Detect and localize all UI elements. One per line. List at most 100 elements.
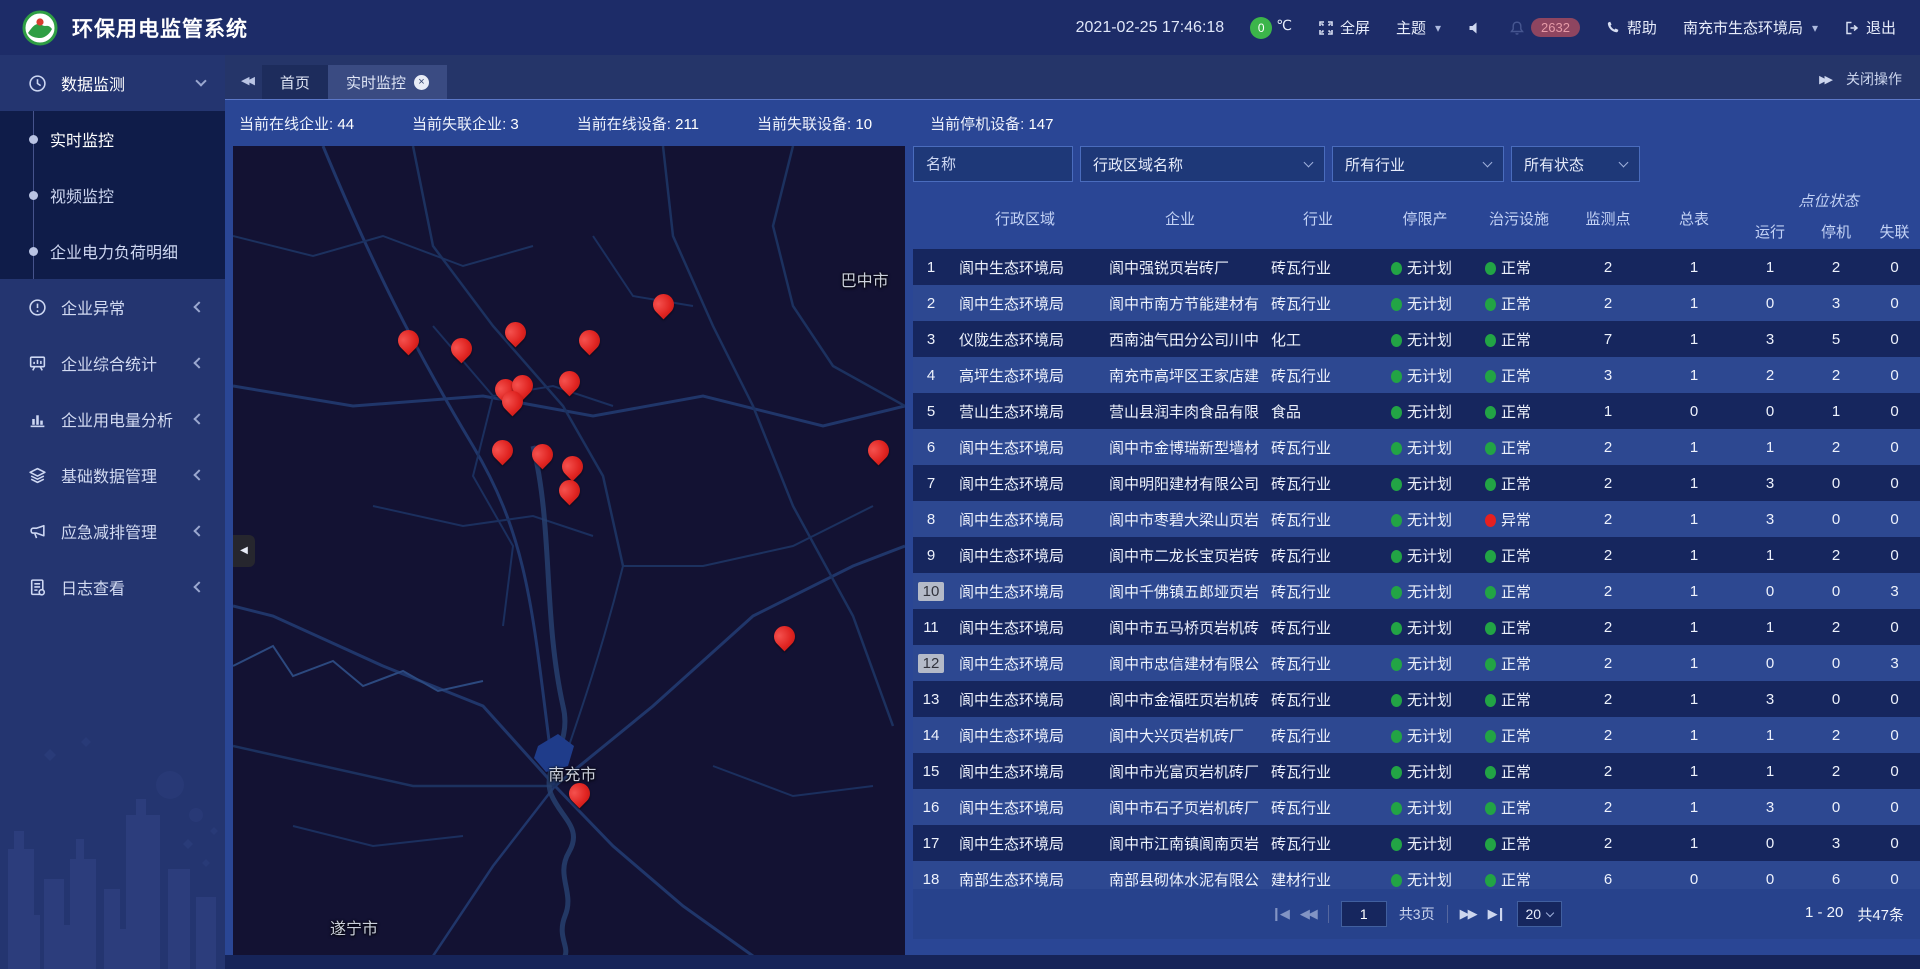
region-select[interactable]: 行政区域名称 — [1080, 146, 1325, 182]
cell-meter: 1 — [1651, 619, 1737, 636]
cell-index: 3 — [913, 330, 949, 349]
table-row[interactable]: 2 阆中生态环境局 阆中市南方节能建材有 砖瓦行业 无计划 正常 2 1 0 3 — [913, 285, 1920, 321]
status-dot-icon — [1391, 478, 1402, 491]
sidebar-item-power-load-detail[interactable]: 企业电力负荷明细 — [0, 223, 225, 279]
cell-halt: 3 — [1803, 835, 1869, 852]
col-facility: 治污设施 — [1473, 208, 1565, 229]
cell-points: 2 — [1565, 691, 1651, 708]
fullscreen-button[interactable]: 全屏 — [1318, 17, 1370, 38]
cell-points: 2 — [1565, 475, 1651, 492]
table-row[interactable]: 16 阆中生态环境局 阆中市石子页岩机砖厂 砖瓦行业 无计划 正常 2 1 3 … — [913, 789, 1920, 825]
sidebar-item-power-usage-analysis[interactable]: 企业用电量分析 — [0, 391, 225, 447]
tab-realtime-monitoring[interactable]: 实时监控 — [328, 65, 447, 99]
cell-industry: 砖瓦行业 — [1259, 725, 1377, 746]
col-industry: 行业 — [1259, 208, 1377, 229]
status-dot-icon — [1485, 478, 1496, 491]
status-dot-icon — [1485, 730, 1496, 743]
page-size-select[interactable]: 20 — [1517, 901, 1563, 927]
logout-button[interactable]: 退出 — [1844, 17, 1896, 38]
first-page-icon[interactable]: ❙◀ — [1271, 906, 1288, 922]
table-row[interactable]: 3 仪陇生态环境局 西南油气田分公司川中 化工 无计划 正常 7 1 3 5 0 — [913, 321, 1920, 357]
tab-close-icon[interactable] — [414, 75, 429, 90]
sidebar-item-base-data-management[interactable]: 基础数据管理 — [0, 447, 225, 503]
table-row[interactable]: 5 营山生态环境局 营山县润丰肉食品有限 食品 无计划 正常 1 0 0 1 0 — [913, 393, 1920, 429]
theme-menu[interactable]: 主题 — [1396, 17, 1441, 38]
last-page-icon[interactable]: ▶❙ — [1488, 906, 1505, 922]
table-row[interactable]: 9 阆中生态环境局 阆中市二龙长宝页岩砖 砖瓦行业 无计划 正常 2 1 1 2 — [913, 537, 1920, 573]
table-row[interactable]: 8 阆中生态环境局 阆中市枣碧大梁山页岩 砖瓦行业 无计划 异常 2 1 3 0 — [913, 501, 1920, 537]
table-row[interactable]: 14 阆中生态环境局 阆中大兴页岩机砖厂 砖瓦行业 无计划 正常 2 1 1 2 — [913, 717, 1920, 753]
prev-page-icon[interactable]: ◀◀ — [1300, 906, 1316, 922]
status-select[interactable]: 所有状态 — [1511, 146, 1640, 182]
status-dot-icon — [1485, 298, 1496, 311]
org-menu[interactable]: 南充市生态环境局 — [1683, 17, 1818, 38]
sidebar-item-enterprise-abnormal[interactable]: 企业异常 — [0, 279, 225, 335]
sidebar-item-realtime-monitoring[interactable]: 实时监控 — [0, 111, 225, 167]
sidebar-item-enterprise-statistics[interactable]: 企业综合统计 — [0, 335, 225, 391]
sidebar-item-log-view[interactable]: 日志查看 — [0, 559, 225, 615]
cell-run: 0 — [1737, 655, 1803, 672]
cell-meter: 1 — [1651, 835, 1737, 852]
status-dot-icon — [1485, 694, 1496, 707]
cell-halt: 2 — [1803, 763, 1869, 780]
cell-facility-status: 正常 — [1473, 725, 1565, 746]
cell-points: 1 — [1565, 403, 1651, 420]
table-row[interactable]: 10 阆中生态环境局 阆中千佛镇五郎垭页岩 砖瓦行业 无计划 正常 2 1 0 … — [913, 573, 1920, 609]
cell-stop-status: 无计划 — [1377, 689, 1473, 710]
cell-points: 2 — [1565, 763, 1651, 780]
page-number-input[interactable] — [1341, 901, 1387, 927]
table-row[interactable]: 15 阆中生态环境局 阆中市光富页岩机砖厂 砖瓦行业 无计划 正常 2 1 1 … — [913, 753, 1920, 789]
table-row[interactable]: 1 阆中生态环境局 阆中强锐页岩砖厂 砖瓦行业 无计划 正常 2 1 1 2 0 — [913, 249, 1920, 285]
cell-run: 1 — [1737, 547, 1803, 564]
next-page-icon[interactable]: ▶▶ — [1460, 906, 1476, 922]
cell-industry: 砖瓦行业 — [1259, 293, 1377, 314]
cell-index: 8 — [913, 510, 949, 529]
close-operations-menu[interactable]: 关闭操作 — [1846, 69, 1902, 89]
table-row[interactable]: 18 南部生态环境局 南部县砌体水泥有限公 建材行业 无计划 正常 6 0 0 … — [913, 861, 1920, 889]
notifications[interactable]: 2632 — [1509, 18, 1580, 37]
cell-lost: 0 — [1869, 763, 1920, 780]
cell-meter: 1 — [1651, 511, 1737, 528]
top-header: 环保用电监管系统 2021-02-25 17:46:18 0 ℃ 全屏 主题 2… — [0, 0, 1920, 55]
sidebar-item-video-monitoring[interactable]: 视频监控 — [0, 167, 225, 223]
cell-stop-status: 无计划 — [1377, 437, 1473, 458]
tabs-scroll-left-icon[interactable]: ◀◀ — [235, 74, 262, 99]
panel-collapse-handle[interactable] — [233, 535, 255, 567]
sidebar-item-data-monitoring[interactable]: 数据监测 — [0, 55, 225, 111]
table-row[interactable]: 6 阆中生态环境局 阆中市金博瑞新型墙材 砖瓦行业 无计划 正常 2 1 1 2 — [913, 429, 1920, 465]
sound-toggle[interactable] — [1467, 20, 1483, 36]
tabs-scroll-right-icon[interactable]: ▶▶ — [1819, 73, 1830, 86]
cell-run: 2 — [1737, 367, 1803, 384]
cell-industry: 化工 — [1259, 329, 1377, 350]
cell-halt: 0 — [1803, 799, 1869, 816]
pagination-summary: 1 - 20 共47条 — [1805, 904, 1904, 925]
cell-region: 阆中生态环境局 — [949, 797, 1101, 818]
speaker-icon — [1467, 20, 1483, 36]
cell-index: 2 — [913, 294, 949, 313]
cell-run: 0 — [1737, 403, 1803, 420]
cell-region: 营山生态环境局 — [949, 401, 1101, 422]
status-dot-icon — [1391, 298, 1402, 311]
cell-facility-status: 正常 — [1473, 329, 1565, 350]
name-search-input[interactable] — [913, 146, 1073, 182]
table-row[interactable]: 17 阆中生态环境局 阆中市江南镇阆南页岩 砖瓦行业 无计划 正常 2 1 0 … — [913, 825, 1920, 861]
alert-circle-icon — [28, 298, 47, 317]
help-button[interactable]: 帮助 — [1606, 17, 1657, 38]
sidebar-item-emergency-reduction[interactable]: 应急减排管理 — [0, 503, 225, 559]
industry-select[interactable]: 所有行业 — [1332, 146, 1504, 182]
cell-points: 2 — [1565, 727, 1651, 744]
tab-home[interactable]: 首页 — [262, 65, 328, 99]
cell-stop-status: 无计划 — [1377, 653, 1473, 674]
table-row[interactable]: 4 高坪生态环境局 南充市高坪区王家店建 砖瓦行业 无计划 正常 3 1 2 2 — [913, 357, 1920, 393]
table-row[interactable]: 13 阆中生态环境局 阆中市金福旺页岩机砖 砖瓦行业 无计划 正常 2 1 3 … — [913, 681, 1920, 717]
cell-company: 西南油气田分公司川中 — [1101, 329, 1259, 350]
cell-index: 11 — [913, 618, 949, 637]
cell-points: 2 — [1565, 259, 1651, 276]
table-row[interactable]: 11 阆中生态环境局 阆中市五马桥页岩机砖 砖瓦行业 无计划 正常 2 1 1 … — [913, 609, 1920, 645]
cell-stop-status: 无计划 — [1377, 581, 1473, 602]
table-row[interactable]: 12 阆中生态环境局 阆中市忠信建材有限公 砖瓦行业 无计划 正常 2 1 0 … — [913, 645, 1920, 681]
city-label: 遂宁市 — [330, 915, 378, 939]
bar-chart-icon — [28, 410, 47, 429]
map-panel[interactable]: 巴中市 南充市 遂宁市 — [233, 146, 905, 955]
table-row[interactable]: 7 阆中生态环境局 阆中明阳建材有限公司 砖瓦行业 无计划 正常 2 1 3 0 — [913, 465, 1920, 501]
